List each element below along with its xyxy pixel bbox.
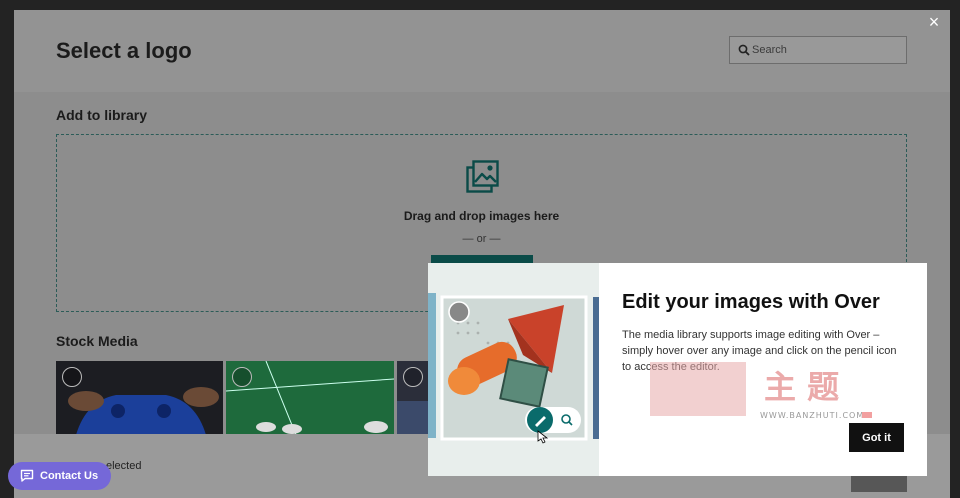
popover-illustration [428,263,599,476]
contact-us-label: Contact Us [40,470,99,482]
stock-thumbnail[interactable] [226,361,394,435]
svg-text:主 题: 主 题 [764,368,839,406]
add-library-title: Add to library [56,107,148,123]
close-icon[interactable]: × [926,13,942,31]
contact-us-button[interactable]: Contact Us [8,462,111,490]
site-watermark: 主 题 WWW.BANZHUTI.COM [650,362,872,420]
select-circle[interactable] [403,367,423,387]
image-upload-icon [466,160,499,193]
page-title: Select a logo [56,38,192,63]
search-icon [738,44,750,56]
or-divider: — or — [462,233,501,245]
stock-media-title: Stock Media [56,333,138,349]
modal-header: Select a logo [14,10,950,92]
select-circle[interactable] [62,367,82,387]
popover-title: Edit your images with Over [622,291,880,313]
select-circle[interactable] [232,367,252,387]
search-box[interactable] [729,36,907,64]
over-editor-popover: Edit your images with Over The media lib… [428,263,927,476]
editor-illustration [428,263,599,476]
stock-thumbnail[interactable] [56,361,223,435]
selection-count: elected [106,460,142,472]
drop-instructions: Drag and drop images here [403,209,560,223]
svg-text:WWW.BANZHUTI.COM: WWW.BANZHUTI.COM [760,411,864,420]
search-input[interactable] [752,39,902,61]
got-it-button[interactable]: Got it [849,423,904,452]
chat-icon [20,469,34,482]
